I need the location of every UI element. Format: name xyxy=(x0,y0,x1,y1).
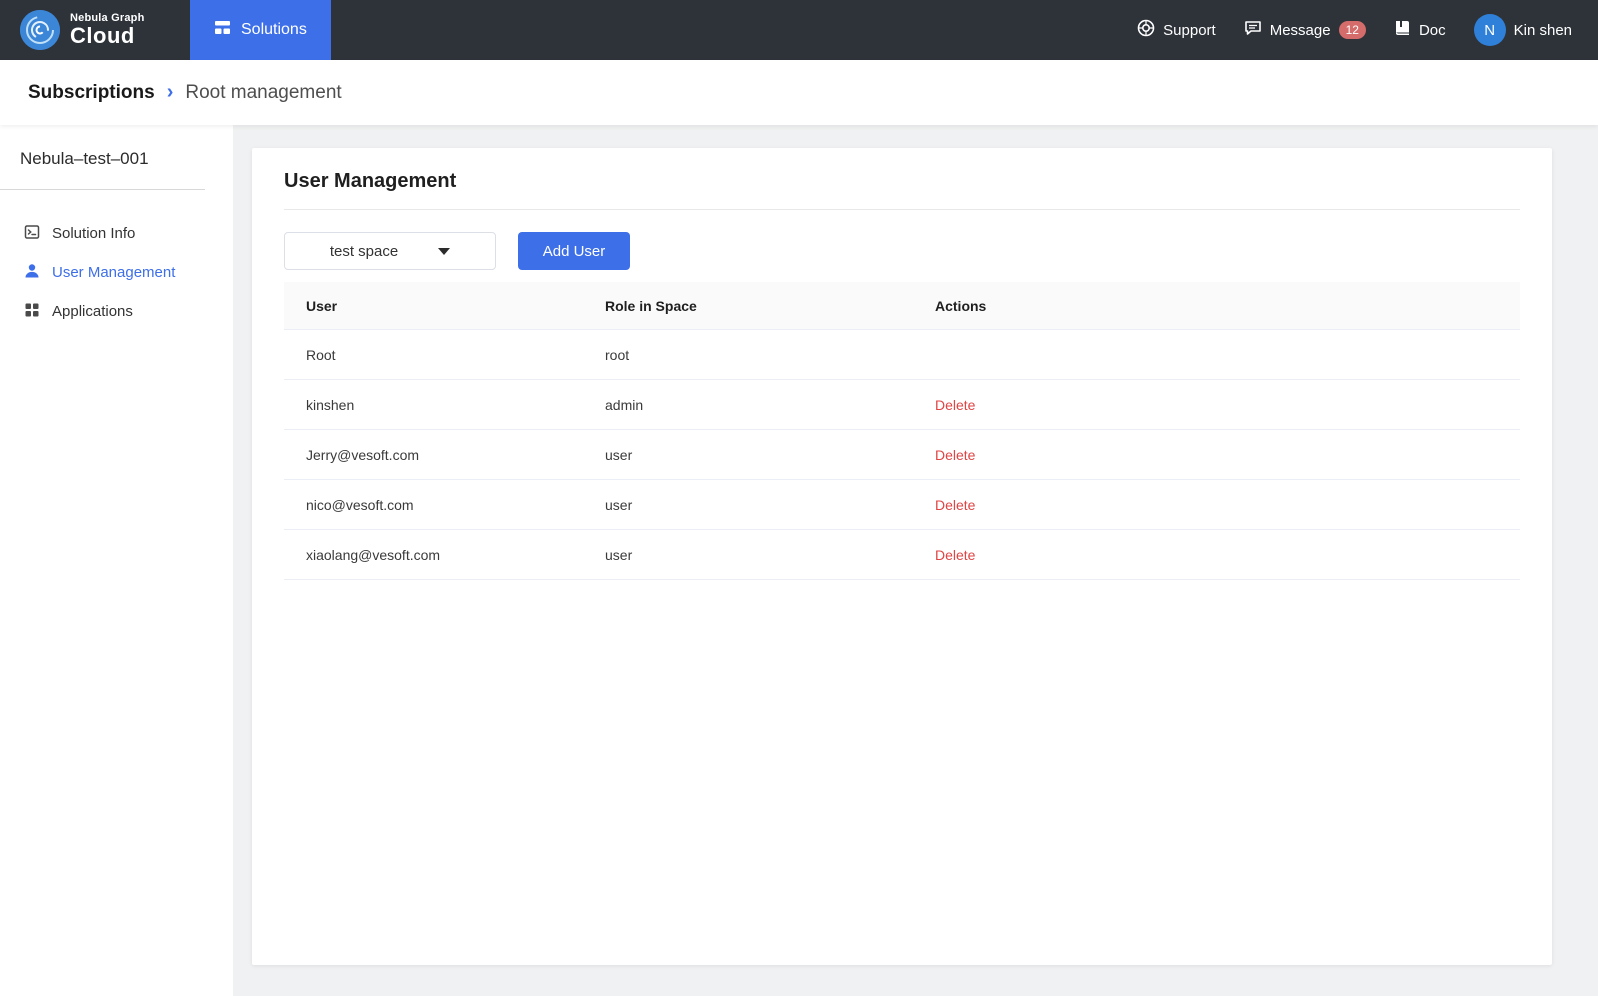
cell-user: Jerry@vesoft.com xyxy=(306,446,420,463)
logo[interactable]: Nebula Graph Cloud xyxy=(0,10,190,50)
cell-role: user xyxy=(605,546,633,563)
doc-label: Doc xyxy=(1418,21,1446,39)
cell-role: admin xyxy=(605,396,644,413)
sidebar-item-label: User Management xyxy=(52,264,176,281)
user-avatar: N xyxy=(1473,14,1506,46)
solution-info-icon xyxy=(24,224,40,244)
sidebar-item-applications[interactable]: Applications xyxy=(0,292,233,331)
cell-role: user xyxy=(605,496,633,513)
main-content: User Management test space Add User User… xyxy=(233,125,1598,996)
cell-user: Root xyxy=(306,346,336,363)
column-header-role: Role in Space xyxy=(605,297,697,314)
cell-user: nico@vesoft.com xyxy=(306,496,414,513)
message-label: Message xyxy=(1269,21,1331,39)
space-select-value: test space xyxy=(329,242,399,260)
support-icon xyxy=(1137,19,1155,41)
sidebar-item-solution-info[interactable]: Solution Info xyxy=(0,214,233,253)
page-title: User Management xyxy=(284,170,1520,210)
doc-icon xyxy=(1394,19,1411,41)
chevron-right-icon: › xyxy=(166,81,174,103)
table-controls: test space Add User xyxy=(284,232,1520,270)
cell-user: xiaolang@vesoft.com xyxy=(306,546,441,563)
top-navbar: Nebula Graph Cloud Solutions Support Mes… xyxy=(0,0,1598,60)
applications-grid-icon xyxy=(24,302,40,322)
cell-role: root xyxy=(605,346,630,363)
nebula-logo-icon xyxy=(20,10,60,50)
space-select-dropdown[interactable]: test space xyxy=(284,232,496,270)
delete-link[interactable]: Delete xyxy=(935,497,975,513)
solutions-label: Solutions xyxy=(241,21,307,38)
solutions-grid-icon xyxy=(214,19,231,41)
table-row: kinshen admin Delete xyxy=(284,380,1520,430)
doc-menu-item[interactable]: Doc xyxy=(1394,19,1446,41)
logo-text-bottom: Cloud xyxy=(70,23,135,49)
sidebar-item-user-management[interactable]: User Management xyxy=(0,253,233,292)
breadcrumb: Subscriptions › Root management xyxy=(0,60,1598,125)
user-account-menu[interactable]: N Kin shen xyxy=(1473,14,1572,46)
support-menu-item[interactable]: Support xyxy=(1137,19,1216,41)
message-icon xyxy=(1244,19,1262,41)
nav-tab-solutions[interactable]: Solutions xyxy=(190,0,331,60)
message-count-badge: 12 xyxy=(1338,20,1366,40)
table-header-row: User Role in Space Actions xyxy=(284,282,1520,330)
delete-link[interactable]: Delete xyxy=(935,397,975,413)
user-icon xyxy=(24,263,40,283)
column-header-actions: Actions xyxy=(935,297,987,314)
username-label: Kin shen xyxy=(1513,21,1572,39)
breadcrumb-current: Root management xyxy=(185,81,342,103)
delete-link[interactable]: Delete xyxy=(935,447,975,463)
sidebar-item-label: Solution Info xyxy=(52,225,136,242)
column-header-user: User xyxy=(306,297,338,314)
sidebar-menu: Solution Info User Management Applicatio… xyxy=(0,214,233,331)
user-management-card: User Management test space Add User User… xyxy=(252,148,1552,965)
add-user-button[interactable]: Add User xyxy=(518,232,630,270)
table-row: xiaolang@vesoft.com user Delete xyxy=(284,530,1520,580)
sidebar-item-label: Applications xyxy=(52,303,133,320)
cell-role: user xyxy=(605,446,633,463)
breadcrumb-subscriptions[interactable]: Subscriptions xyxy=(28,82,155,104)
cell-user: kinshen xyxy=(306,396,355,413)
sidebar: Nebula–test–001 Solution Info User Manag… xyxy=(0,125,233,996)
delete-link[interactable]: Delete xyxy=(935,547,975,563)
support-label: Support xyxy=(1163,21,1216,39)
table-row: nico@vesoft.com user Delete xyxy=(284,480,1520,530)
user-table: User Role in Space Actions Root root kin… xyxy=(284,282,1520,580)
table-row: Root root xyxy=(284,330,1520,380)
chevron-down-icon xyxy=(438,247,451,255)
solution-name-title: Nebula–test–001 xyxy=(0,149,205,190)
table-row: Jerry@vesoft.com user Delete xyxy=(284,430,1520,480)
message-menu-item[interactable]: Message 12 xyxy=(1244,19,1366,41)
